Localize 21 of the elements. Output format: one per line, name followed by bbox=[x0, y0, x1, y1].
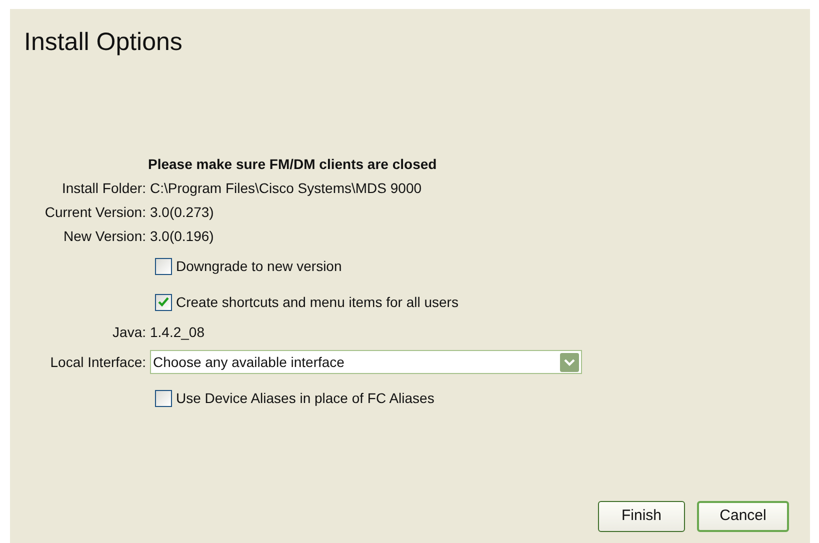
interface-dropdown[interactable]: Choose any available interface bbox=[150, 350, 582, 374]
field-value: C:\Program Files\Cisco Systems\MDS 9000 bbox=[150, 178, 422, 198]
checkbox-label: Downgrade to new version bbox=[176, 256, 342, 276]
page-title: Install Options bbox=[23, 27, 182, 57]
field-label: Local Interface: bbox=[49, 352, 147, 372]
field-value: 3.0(0.196) bbox=[150, 226, 214, 246]
checkbox-label: Use Device Aliases in place of FC Aliases bbox=[176, 388, 434, 408]
field-value: 1.4.2_08 bbox=[150, 322, 204, 342]
field-label: Install Folder: bbox=[60, 178, 147, 198]
field-label: Java: bbox=[112, 322, 147, 342]
dialog-button[interactable]: Finish bbox=[598, 501, 685, 532]
checkbox[interactable] bbox=[155, 258, 172, 274]
field-value: 3.0(0.273) bbox=[150, 202, 214, 222]
field-label: New Version: bbox=[62, 226, 147, 246]
checkbox[interactable] bbox=[155, 294, 172, 310]
notice-text: Please make sure FM/DM clients are closed bbox=[147, 155, 437, 174]
field-label: Current Version: bbox=[44, 202, 147, 222]
checkbox[interactable] bbox=[155, 390, 172, 406]
check-icon bbox=[158, 297, 169, 307]
dialog-button[interactable]: Cancel bbox=[697, 501, 789, 532]
checkbox-label: Create shortcuts and menu items for all users bbox=[176, 292, 458, 312]
